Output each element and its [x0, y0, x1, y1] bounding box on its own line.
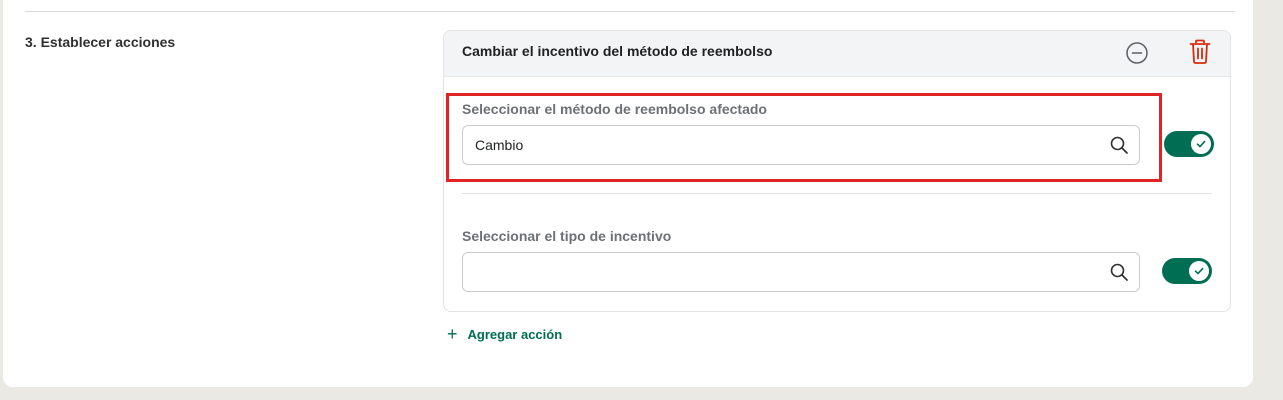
incentive-type-input[interactable]: [475, 253, 1095, 291]
minus-circle-icon: [1126, 42, 1148, 64]
top-divider: [25, 11, 1235, 12]
check-icon: [1194, 267, 1204, 275]
card-header: Cambiar el incentivo del método de reemb…: [444, 31, 1230, 77]
add-action-label: Agregar acción: [467, 326, 563, 342]
refund-method-input[interactable]: [475, 126, 1095, 164]
plus-icon: +: [447, 324, 458, 344]
toggle-knob: [1191, 134, 1211, 154]
toggle-knob: [1189, 261, 1209, 281]
incentive-type-toggle[interactable]: [1162, 258, 1212, 284]
incentive-type-label: Seleccionar el tipo de incentivo: [462, 228, 672, 244]
card-title: Cambiar el incentivo del método de reemb…: [462, 43, 773, 59]
incentive-type-field[interactable]: [462, 252, 1140, 292]
settings-panel: 3. Establecer acciones Cambiar el incent…: [3, 0, 1253, 387]
action-card: Cambiar el incentivo del método de reemb…: [443, 30, 1231, 312]
check-icon: [1196, 140, 1206, 148]
add-action-button[interactable]: + Agregar acción: [447, 325, 562, 343]
trash-icon: [1189, 39, 1211, 64]
delete-action-button[interactable]: [1187, 39, 1213, 65]
refund-method-label: Seleccionar el método de reembolso afect…: [462, 101, 767, 117]
search-icon[interactable]: [1109, 262, 1129, 282]
refund-method-field[interactable]: [462, 125, 1140, 165]
refund-method-toggle[interactable]: [1164, 131, 1214, 157]
section-label: 3. Establecer acciones: [25, 34, 176, 50]
collapse-button[interactable]: [1124, 40, 1150, 66]
field-divider: [462, 193, 1212, 194]
search-icon[interactable]: [1109, 135, 1129, 155]
